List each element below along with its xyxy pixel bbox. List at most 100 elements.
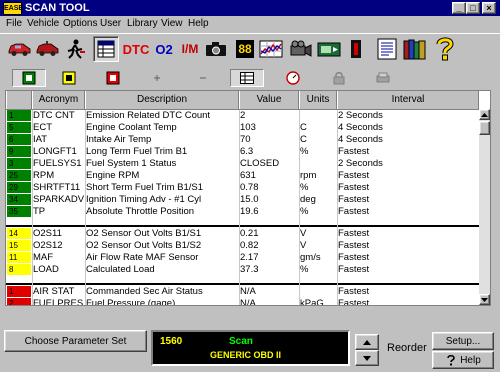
row-group-indicator: 34 (7, 194, 31, 205)
reorder-up-button[interactable] (355, 334, 379, 350)
cell-acronym: TP (33, 206, 46, 217)
cell-value: 19.6 (240, 206, 259, 217)
tab-print[interactable] (366, 69, 400, 87)
cell-value: 2 (240, 110, 246, 121)
table-row[interactable]: 35 TP Absolute Throttle Position 19.6% Faste… (6, 206, 479, 218)
report-icon[interactable] (374, 36, 400, 62)
cell-description: Calculated Load (86, 264, 155, 275)
tab-remove[interactable] (186, 69, 220, 87)
table-row[interactable]: 3 FUELSYS1 Fuel System 1 Status CLOSED 2 Sec… (6, 158, 479, 170)
menu-library[interactable]: Library (127, 18, 158, 30)
cell-interval: Fastest (338, 146, 370, 157)
row-group-indicator: 29 (7, 182, 31, 193)
menu-options[interactable]: Options (63, 18, 97, 30)
cell-interval: Fastest (338, 252, 370, 263)
cell-units: % (300, 264, 309, 275)
menu-view[interactable]: View (161, 18, 183, 30)
o2-button[interactable]: O2 (152, 36, 176, 62)
display-mode: Scan (229, 336, 253, 347)
menu-file[interactable]: File (6, 18, 22, 30)
header-description[interactable]: Description (85, 91, 239, 109)
parameter-list-icon[interactable] (93, 36, 119, 62)
table-row[interactable]: 5 ECT Engine Coolant Temp 103 C 4 Seconds (6, 122, 479, 134)
cell-value: 15.0 (240, 194, 259, 205)
cell-value: 103 (240, 122, 256, 133)
cell-units: % (300, 206, 309, 217)
header-units[interactable]: Units (299, 91, 337, 109)
table-row[interactable]: 25 RPM Engine RPM 631 rpm Fastest (6, 170, 479, 182)
cell-acronym: FUELSYS1 (33, 158, 82, 169)
cell-acronym: O2S12 (33, 240, 63, 251)
tab-red-engine[interactable] (96, 69, 130, 87)
video-camera-icon[interactable] (288, 36, 314, 62)
help-question-icon[interactable] (432, 36, 458, 62)
scroll-up-button[interactable] (479, 109, 490, 120)
cell-units: % (300, 146, 309, 157)
table-scrollbar[interactable] (479, 109, 490, 305)
table-row[interactable]: 1 DTC CNT Emission Related DTC Count 2 2 Sec… (6, 110, 479, 122)
minimize-button[interactable]: _ (452, 2, 466, 14)
tab-table-view[interactable] (230, 69, 264, 87)
table-row[interactable]: 1 AIR STAT Commanded Sec Air Status N/A Fast… (6, 286, 479, 298)
im-button[interactable]: I/M (178, 36, 202, 62)
setup-button[interactable]: Setup... (432, 332, 494, 350)
table-row[interactable]: 11 MAF Air Flow Rate MAF Sensor 2.17 gm/s Fas… (6, 252, 479, 264)
cell-description: O2 Sensor Out Volts B1/S2 (86, 240, 202, 251)
table-row[interactable]: 15 O2S12 O2 Sensor Out Volts B1/S2 0.82 V Fas… (6, 240, 479, 252)
cell-interval: 2 Seconds (338, 158, 383, 169)
table-row[interactable]: 34 SPARKADV Ignition Timing Adv - #1 Cyl 15… (6, 194, 479, 206)
gauge-display-button[interactable]: 88 (234, 36, 256, 62)
table-row[interactable]: 29 SHRTFT11 Short Term Fuel Trim B1/S1 0.78… (6, 182, 479, 194)
tab-yellow-engine[interactable] (52, 69, 86, 87)
replay-icon[interactable] (316, 36, 342, 62)
cell-interval: Fastest (338, 170, 370, 181)
cell-acronym: SPARKADV (33, 194, 84, 205)
scroll-down-button[interactable] (479, 294, 490, 305)
maximize-button[interactable]: □ (466, 2, 480, 14)
tab-gauge-view[interactable] (276, 69, 310, 87)
table-row[interactable]: 2 FUELPRES Fuel Pressure (gage) N/A kPaG Fast… (6, 298, 479, 305)
cell-description: Commanded Sec Air Status (86, 286, 203, 297)
cell-interval: Fastest (338, 286, 370, 297)
car-icon[interactable] (6, 36, 32, 62)
table-row[interactable]: 14 O2S11 O2 Sensor Out Volts B1/S1 0.21 V Fas… (6, 228, 479, 240)
camera-icon[interactable] (204, 36, 228, 62)
table-row[interactable]: 6 IAT Intake Air Temp 70 C 4 Seconds (6, 134, 479, 146)
reorder-down-button[interactable] (355, 350, 379, 366)
graph-icon[interactable] (258, 36, 284, 62)
library-books-icon[interactable] (402, 36, 428, 62)
cell-description: Emission Related DTC Count (86, 110, 211, 121)
table-row[interactable]: 8 LOAD Calculated Load 37.3% Fastest (6, 264, 479, 276)
menu-user[interactable]: User (100, 18, 121, 30)
running-man-icon[interactable] (62, 36, 88, 62)
header-acronym[interactable]: Acronym (32, 91, 85, 109)
tab-add[interactable] (140, 69, 174, 87)
cell-units: gm/s (300, 252, 321, 263)
cell-description: O2 Sensor Out Volts B1/S1 (86, 228, 202, 239)
cell-description: Absolute Throttle Position (86, 206, 195, 217)
header-interval[interactable]: Interval (337, 91, 479, 109)
car-connect-icon[interactable] (34, 36, 60, 62)
row-group-indicator: 2 (7, 298, 31, 305)
dtc-button[interactable]: DTC (121, 36, 151, 62)
header-value[interactable]: Value (239, 91, 299, 109)
tab-green-engine[interactable] (12, 69, 46, 87)
exit-icon[interactable] (346, 36, 366, 62)
status-display: 1560 Scan GENERIC OBD II (151, 330, 350, 366)
scroll-thumb[interactable] (479, 121, 490, 135)
menu-help[interactable]: Help (188, 18, 209, 30)
title-bar[interactable]: EASE SCAN TOOL _ □ × (0, 0, 500, 16)
close-button[interactable]: × (482, 2, 496, 14)
help-button[interactable]: Help (432, 351, 494, 369)
table-row[interactable]: 9 LONGFT1 Long Term Fuel Trim B1 6.3% Fastes… (6, 146, 479, 158)
row-group-indicator: 25 (7, 170, 31, 181)
choose-parameter-set-button[interactable]: Choose Parameter Set (4, 330, 147, 352)
reorder-label: Reorder (387, 342, 427, 354)
column-divider (32, 110, 33, 305)
menu-vehicle[interactable]: Vehicle (27, 18, 59, 30)
cell-value: 0.82 (240, 240, 259, 251)
cell-description: Engine Coolant Temp (86, 122, 177, 133)
row-group-indicator: 1 (7, 110, 31, 121)
cell-interval: Fastest (338, 228, 370, 239)
tab-lock[interactable] (322, 69, 356, 87)
